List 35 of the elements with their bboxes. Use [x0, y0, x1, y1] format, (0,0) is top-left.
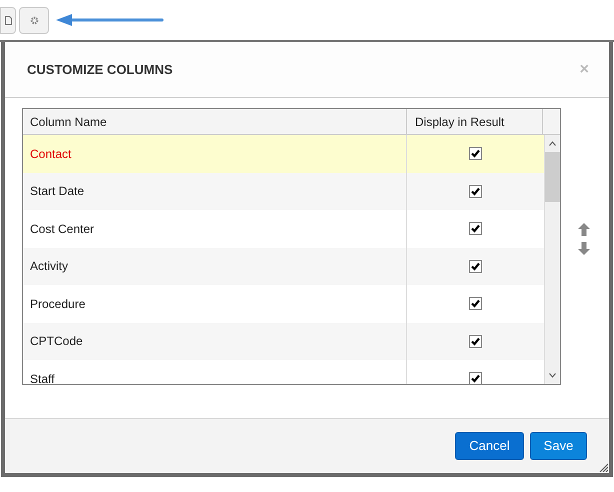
move-down-icon[interactable] [578, 242, 590, 255]
resize-handle-icon[interactable] [598, 462, 608, 472]
document-button[interactable] [0, 6, 16, 34]
column-header: Column Name [23, 109, 407, 134]
gear-icon [30, 16, 38, 24]
checkbox[interactable] [469, 334, 482, 348]
checkbox[interactable] [469, 222, 482, 236]
save-button[interactable]: Save [530, 432, 587, 460]
column-name: Cost Center [30, 220, 94, 238]
column-name: Staff [30, 370, 54, 384]
dialog-title: CUSTOMIZE COLUMNS [27, 60, 173, 79]
column-name: CPTCode [30, 333, 83, 350]
scroll-up-icon [549, 141, 556, 146]
column-name: Start Date [30, 183, 84, 200]
document-icon [4, 16, 12, 24]
settings-button[interactable] [19, 6, 49, 34]
table-row[interactable]: Activity [23, 248, 544, 285]
scrollbar-thumb[interactable] [545, 152, 560, 202]
table-row[interactable]: Contact [23, 135, 544, 172]
column-name: Contact [30, 146, 72, 163]
checkbox[interactable] [469, 184, 482, 198]
table-row[interactable]: Start Date [23, 172, 544, 210]
scrollbar[interactable] [544, 135, 560, 384]
column-name: Procedure [30, 296, 86, 313]
checkbox[interactable] [469, 372, 482, 384]
move-up-icon[interactable] [578, 223, 590, 236]
cancel-button[interactable]: Cancel [455, 432, 524, 460]
checkbox[interactable] [469, 147, 482, 160]
checkbox[interactable] [469, 260, 482, 273]
column-name: Activity [30, 258, 68, 276]
arrow-icon [56, 13, 164, 27]
column-header: Display in Result [407, 109, 543, 134]
scroll-down-icon [549, 373, 556, 378]
table-row[interactable]: CPTCode [23, 322, 544, 360]
checkbox[interactable] [469, 297, 482, 310]
